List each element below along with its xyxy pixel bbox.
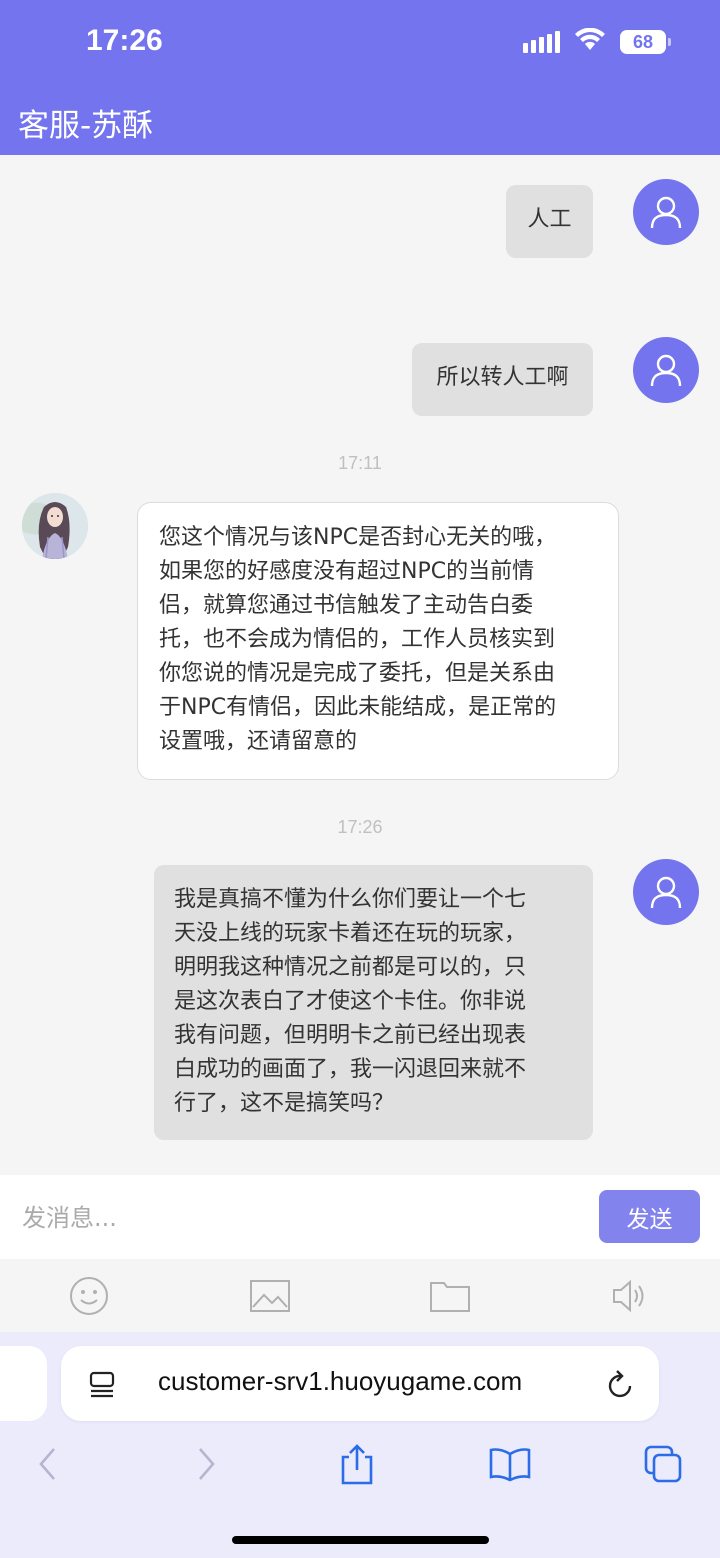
message-line: 设置哦，还请留意的 [159,729,358,754]
cellular-signal-icon [523,31,560,53]
message-timestamp: 17:11 [338,453,382,473]
message-line: 我有问题，但明明卡之前已经出现表 [174,1023,527,1048]
forward-icon[interactable] [182,1440,230,1488]
message-line: 白成功的画面了，我一闪退回来就不 [174,1057,527,1082]
status-icons: 68 [523,27,671,56]
message-input[interactable] [20,1193,584,1243]
chat-header: 客服-苏酥 [0,86,720,155]
message-bubble-received: 您这个情况与该NPC是否封心无关的哦， 如果您的好感度没有超过NPC的当前情 侣… [137,502,619,780]
browser-toolbar: customer-srv1.huoyugame.com [0,1332,720,1558]
previous-tab-preview[interactable] [0,1346,47,1421]
user-avatar[interactable] [633,859,699,925]
message-line: 于NPC有情侣，因此未能结成，是正常的 [159,695,557,720]
status-bar: 17:26 68 [0,0,720,86]
agent-avatar[interactable] [22,493,88,559]
chat-area[interactable]: 人工 所以转人工啊 17:11 您这个情况与该NPC是否封心无关的哦， 如果您的… [0,155,720,1175]
message-line: 是这次表白了才使这个卡住。你非说 [174,989,527,1014]
share-icon[interactable] [333,1440,381,1488]
message-line: 您这个情况与该NPC是否封心无关的哦， [159,525,557,550]
wifi-icon [574,27,606,56]
message-line: 你您说的情况是完成了委托，但是关系由 [159,661,556,686]
message-line: 侣，就算您通过书信触发了主动告白委 [159,593,534,618]
home-indicator [232,1536,489,1544]
message-input-bar: 发送 [0,1175,720,1259]
message-bubble-sent: 人工 [506,185,593,258]
bookmarks-icon[interactable] [486,1440,534,1488]
folder-icon[interactable] [429,1275,471,1317]
back-icon[interactable] [24,1440,72,1488]
user-icon [650,354,682,387]
chat-toolbar [0,1259,720,1332]
page-menu-icon[interactable] [89,1370,117,1402]
message-text: 所以转人工啊 [436,365,569,390]
page-title: 客服-苏酥 [18,108,154,144]
emoji-icon[interactable] [68,1275,110,1317]
message-bubble-sent: 所以转人工啊 [412,343,593,416]
tabs-icon[interactable] [639,1440,687,1488]
user-icon [650,196,682,229]
message-timestamp: 17:26 [337,817,383,837]
message-line: 明明我这种情况之前都是可以的，只 [174,955,527,980]
message-line: 托，也不会成为情侣的，工作人员核实到 [159,627,556,652]
message-line: 行了，这不是搞笑吗？ [174,1091,395,1116]
message-line: 如果您的好感度没有超过NPC的当前情 [159,559,535,584]
message-line: 我是真搞不懂为什么你们要让一个七 [174,887,527,912]
reload-icon[interactable] [606,1368,636,1404]
send-button[interactable]: 发送 [599,1190,700,1243]
user-avatar[interactable] [633,337,699,403]
status-time: 17:26 [86,24,163,57]
speaker-icon[interactable] [609,1275,651,1317]
message-line: 天没上线的玩家卡着还在玩的玩家， [174,921,527,946]
image-icon[interactable] [249,1275,291,1317]
message-bubble-sent: 我是真搞不懂为什么你们要让一个七 天没上线的玩家卡着还在玩的玩家， 明明我这种情… [154,865,593,1140]
address-bar[interactable]: customer-srv1.huoyugame.com [61,1346,659,1421]
user-avatar[interactable] [633,179,699,245]
battery-icon: 68 [620,30,671,54]
url-text: customer-srv1.huoyugame.com [158,1366,523,1396]
message-text: 人工 [527,207,572,232]
user-icon [650,876,682,909]
